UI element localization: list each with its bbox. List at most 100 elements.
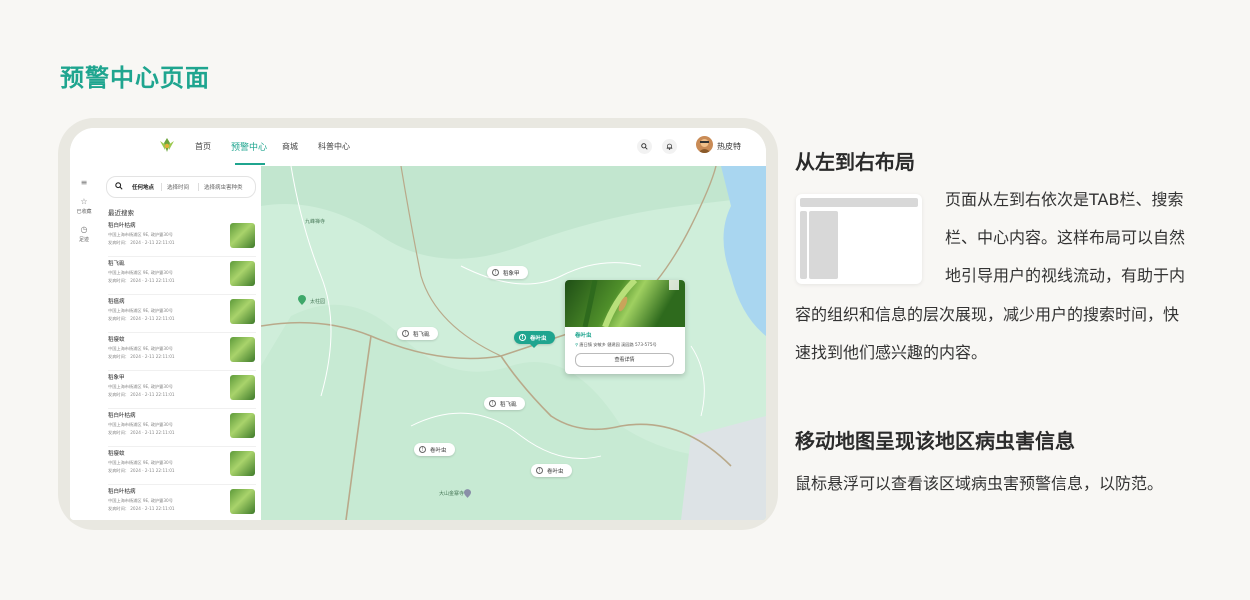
info-icon: !: [536, 467, 543, 474]
search-icon: [115, 182, 123, 190]
search-button[interactable]: [637, 139, 652, 154]
nav-home[interactable]: 首页: [195, 141, 211, 152]
app-screen: 首页 预警中心 商城 科普中心 热皮特 ≡ ☆ 已收藏 ◷ 足迹 任何地点 选择…: [70, 128, 766, 520]
divider: [161, 183, 162, 191]
search-pest-type-field[interactable]: 选择病虫害种类: [204, 183, 243, 191]
list-item-address: 中国上海市杨浦区 9E, 政护豐30号: [108, 384, 173, 389]
list-item[interactable]: 稻白叶枯病中国上海市杨浦区 9E, 政护豐30号 发病时间： 2024 · 2-1…: [108, 409, 256, 447]
map-pin[interactable]: ! 稻飞虱: [484, 397, 525, 410]
list-item-thumbnail: [230, 413, 255, 438]
rail-history[interactable]: ◷ 足迹: [70, 225, 98, 243]
list-item-address: 中国上海市杨浦区 9E, 政护豐30号: [108, 460, 173, 465]
list-item-time: 发病时间： 2024 · 2-11 22:11:01: [108, 354, 175, 359]
list-item-thumbnail: [230, 223, 255, 248]
list-item-address: 中国上海市杨浦区 9E, 政护豐30号: [108, 308, 173, 313]
layout-illustration: [796, 194, 922, 284]
section-text-line: 地引导用户的视线流动，有助于内: [945, 266, 1186, 285]
list-item-address: 中国上海市杨浦区 9E, 政护豐30号: [108, 232, 173, 237]
map-canvas: [261, 166, 766, 520]
list-item-time: 发病时间： 2024 · 2-11 22:11:01: [108, 430, 175, 435]
map-pin[interactable]: ! 稻飞虱: [397, 327, 438, 340]
list-item-name: 稻瘿蚊: [108, 337, 125, 343]
illus-topbar: [800, 198, 918, 207]
nav-mall[interactable]: 商城: [282, 141, 298, 152]
recent-search-title: 最近搜索: [108, 209, 134, 217]
map-pin-label: 稻飞虱: [500, 401, 517, 408]
map-pin-label: 卷叶虫: [547, 468, 564, 475]
list-item-thumbnail: [230, 299, 255, 324]
pest-info-popup: 卷叶虫 ⚲ 唐日镇 安敏乡 健建园 溪园路 573-575号 查看详情: [565, 280, 685, 374]
location-marker-icon: [298, 295, 306, 305]
map-label-mountain: 大山金寨寺: [439, 491, 465, 497]
list-item-name: 稻白叶枯病: [108, 413, 136, 419]
avatar-icon: [698, 139, 711, 153]
list-item-thumbnail: [230, 337, 255, 362]
list-item-address: 中国上海市杨浦区 9E, 政护豐30号: [108, 270, 173, 275]
avatar[interactable]: [696, 136, 713, 153]
popup-pest-name: 卷叶虫: [575, 333, 592, 339]
rail-history-label: 足迹: [78, 237, 89, 243]
info-icon: !: [492, 269, 499, 276]
location-marker-icon: [464, 489, 471, 498]
info-icon: !: [489, 400, 496, 407]
pest-photo-image: [582, 280, 679, 329]
list-item[interactable]: 稻瘿蚊 中国上海市杨浦区 9E, 政护豐30号 发病时间： 2024 · 2-11 …: [108, 333, 256, 371]
map-pin-active[interactable]: ! 卷叶虫: [514, 331, 555, 348]
info-icon: !: [519, 334, 526, 341]
search-bar[interactable]: 任何地点 选择时间 选择病虫害种类: [106, 176, 256, 198]
list-item-thumbnail: [230, 375, 255, 400]
illus-tab-rail: [800, 211, 807, 279]
list-item-time: 发病时间： 2024 · 2-11 22:11:01: [108, 506, 175, 511]
list-item[interactable]: 稻瘿蚊中国上海市杨浦区 9E, 政护豐30号 发病时间： 2024 · 2-11 …: [108, 447, 256, 485]
list-item[interactable]: 稻象甲中国上海市杨浦区 9E, 政护豐30号 发病时间： 2024 · 2-11 …: [108, 371, 256, 409]
list-item-time: 发病时间： 2024 · 2-11 22:11:01: [108, 316, 175, 321]
section-text-line: 速找到他们感兴趣的内容。: [795, 343, 988, 362]
user-name[interactable]: 热皮特: [717, 141, 741, 152]
nav-science-center[interactable]: 科普中心: [318, 141, 350, 152]
clock-icon: ◷: [80, 225, 88, 234]
section-text-map: 鼠标悬浮可以查看该区域病虫害预警信息，以防范。: [795, 474, 1164, 493]
nav-active-indicator: [235, 163, 265, 165]
pest-photo: [565, 280, 685, 329]
section-text-line: 页面从左到右依次是TAB栏、搜索: [945, 190, 1184, 209]
map-pin-label: 稻象甲: [503, 270, 520, 277]
list-item[interactable]: 稻瘟病 中国上海市杨浦区 9E, 政护豐30号 发病时间： 2024 · 2-11 …: [108, 295, 256, 333]
list-item-address: 中国上海市杨浦区 9E, 政护豐30号: [108, 422, 173, 427]
list-item-thumbnail: [230, 489, 255, 514]
view-details-button[interactable]: 查看详情: [575, 353, 674, 367]
list-item-time: 发病时间： 2024 · 2-11 22:11:01: [108, 468, 175, 473]
menu-icon: ≡: [80, 178, 88, 187]
map-pin[interactable]: ! 稻象甲: [487, 266, 528, 279]
bell-icon: [666, 143, 673, 150]
nav-warning-center[interactable]: 预警中心: [231, 140, 267, 153]
map-view[interactable]: 九峰禅寺 太柱园 大山金寨寺 ! 稻象甲 ! 稻飞虱 ! 卷叶虫 ! 稻飞虱 ! 卷叶虫 …: [261, 166, 766, 520]
map-pin-label: 卷叶虫: [430, 447, 447, 454]
list-item-name: 稻象甲: [108, 375, 125, 381]
list-item[interactable]: 稻白叶枯病 中国上海市杨浦区 9E, 政护豐30号 发病时间： 2024 · 2-1…: [108, 219, 256, 257]
popup-location-text: 唐日镇 安敏乡 健建园 溪园路 573-575号: [579, 342, 657, 347]
rail-menu[interactable]: ≡: [70, 178, 98, 189]
map-pin-label: 稻飞虱: [413, 331, 430, 338]
notification-button[interactable]: [662, 139, 677, 154]
page-title: 预警中心页面: [60, 64, 210, 92]
list-item-name: 稻瘿蚊: [108, 451, 125, 457]
search-icon: [641, 143, 648, 150]
pin-pointer: [530, 344, 538, 348]
list-item[interactable]: 稻飞虱 中国上海市杨浦区 9E, 政护豐30号 发病时间： 2024 · 2-11 …: [108, 257, 256, 295]
list-item-thumbnail: [230, 261, 255, 286]
list-item-name: 稻白叶枯病: [108, 223, 136, 229]
list-item-time: 发病时间： 2024 · 2-11 22:11:01: [108, 392, 175, 397]
search-location-field[interactable]: 任何地点: [132, 183, 154, 191]
top-navigation: 首页 预警中心 商城 科普中心 热皮特: [70, 128, 766, 167]
list-item[interactable]: 稻白叶枯病 中国上海市杨浦区 9E, 政护豐30号 发病时间： 2024 · 2-1…: [108, 485, 256, 520]
section-text-line: 容的组织和信息的层次展现，减少用户的搜索时间，快: [795, 305, 1180, 324]
map-pin[interactable]: ! 卷叶虫: [414, 443, 455, 456]
rail-favorites-label: 已收藏: [76, 209, 92, 215]
section-title-layout: 从左到右布局: [795, 150, 915, 174]
search-time-field[interactable]: 选择时间: [167, 183, 189, 191]
location-icon: ⚲: [575, 342, 579, 347]
map-pin[interactable]: ! 卷叶虫: [531, 464, 572, 477]
rail-favorites[interactable]: ☆ 已收藏: [70, 197, 98, 215]
list-item-name: 稻飞虱: [108, 261, 125, 267]
search-panel: 任何地点 选择时间 选择病虫害种类 最近搜索 稻白叶枯病中国上海市杨浦区 9E,…: [98, 166, 261, 520]
